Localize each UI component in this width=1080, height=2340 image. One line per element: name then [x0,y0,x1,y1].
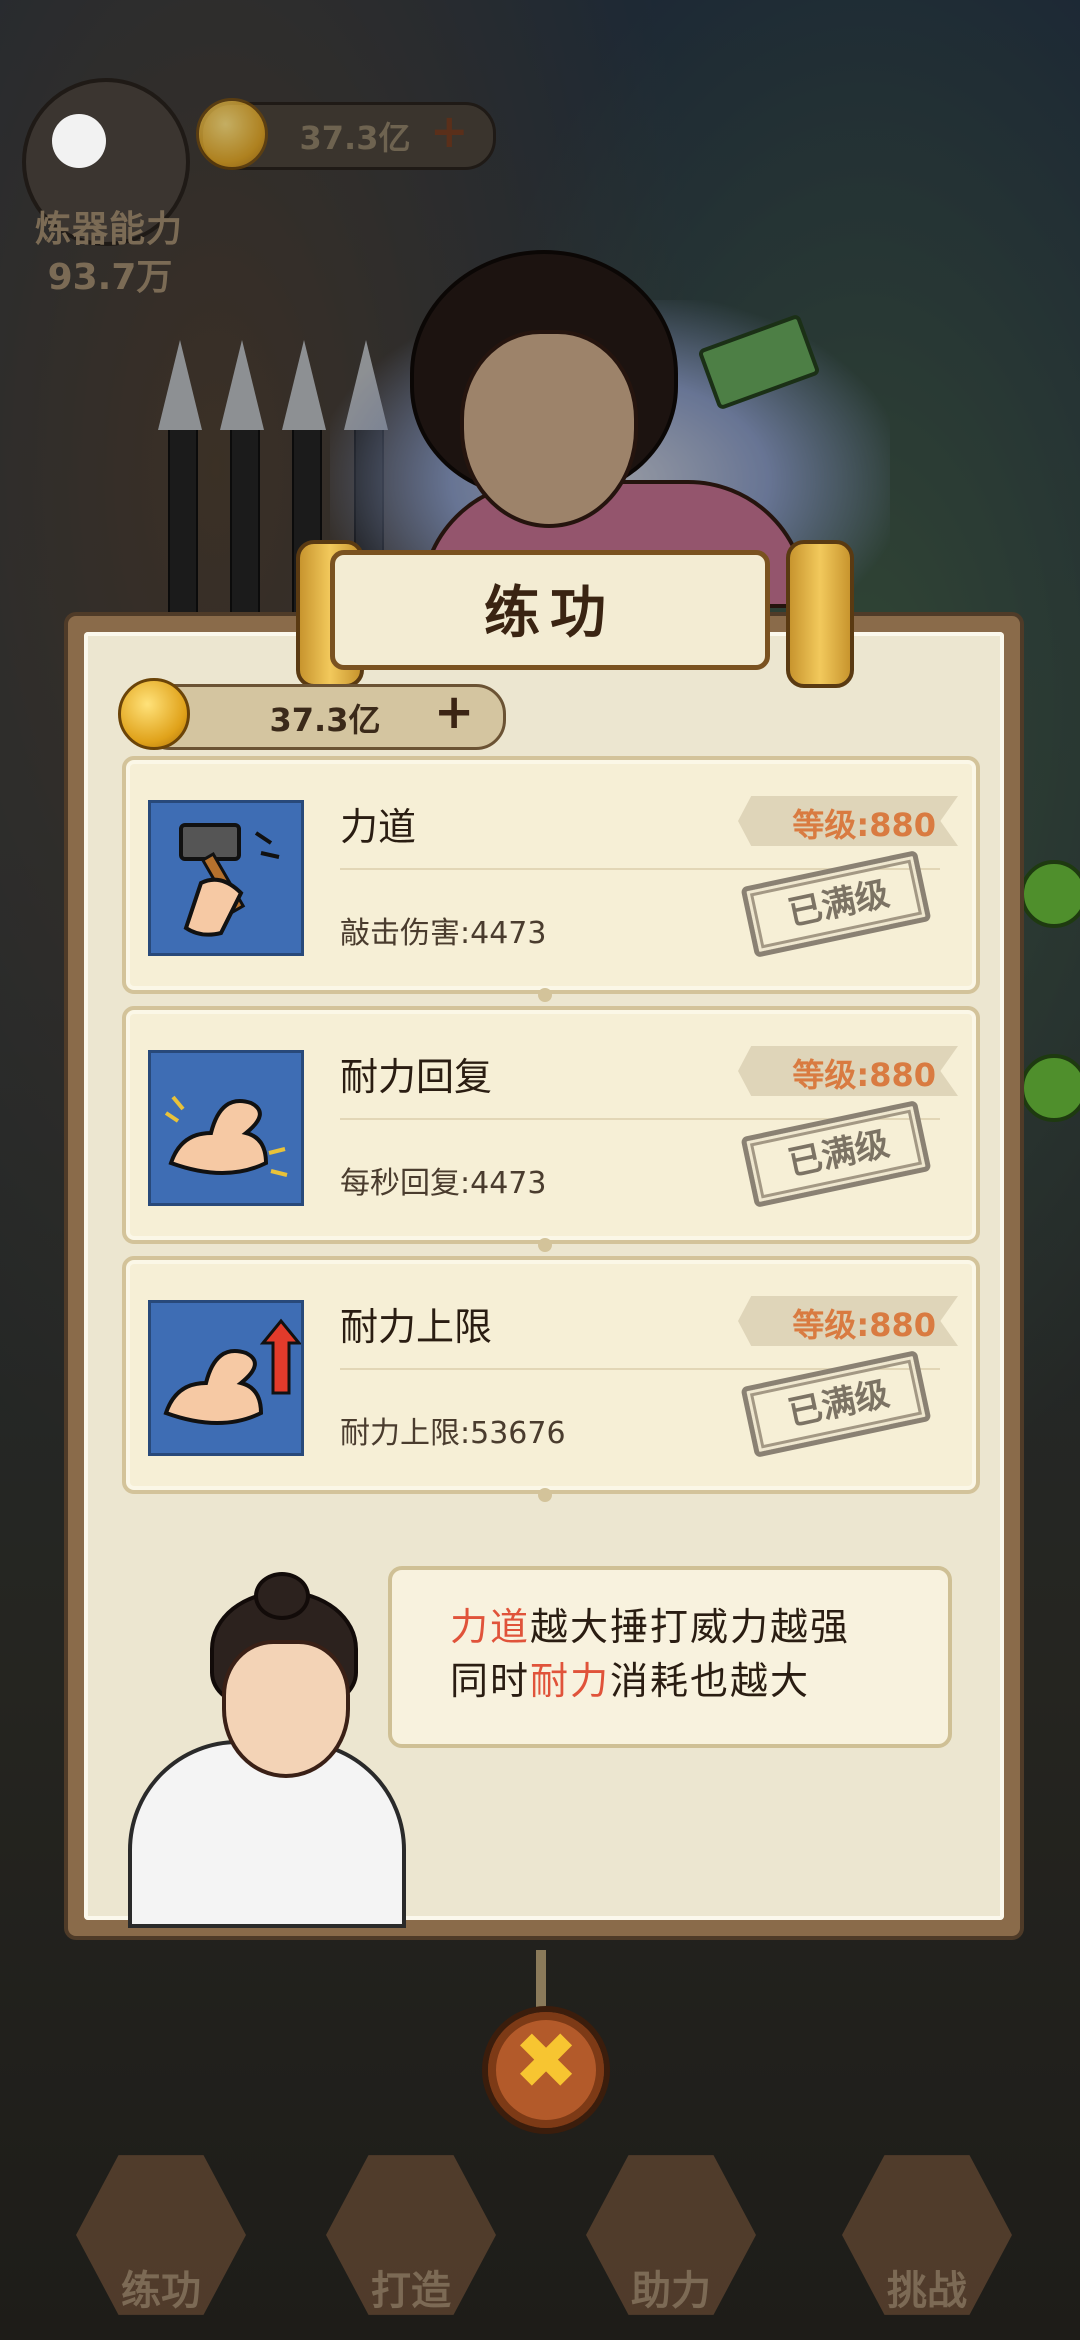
skill-effect: 耐力上限:53676 [340,1416,566,1451]
skill-name: 耐力回复 [340,1055,493,1099]
side-play-icon[interactable] [1020,860,1080,928]
guide-character-face [222,1640,350,1778]
nav-label: 打造 [371,2268,451,2314]
avatar-badge-dot [52,114,106,168]
card-notch [538,988,552,1002]
tip-line-1: 力道越大捶打威力越强 [450,1596,850,1651]
skill-name: 力道 [340,805,417,849]
nav-forge[interactable]: 打造 [326,2150,496,2320]
coin-icon [196,98,268,170]
nav-challenge[interactable]: 挑战 [842,2150,1012,2320]
nav-label: 练功 [121,2268,201,2314]
hud-coin-value: 37.3亿 [299,119,411,157]
skill-name: 耐力上限 [340,1305,493,1349]
power-label: 炼器能力 [34,208,183,249]
nav-label: 挑战 [887,2268,967,2314]
side-play-icon[interactable] [1020,1054,1080,1122]
card-notch [538,1238,552,1252]
skill-level: 等级:880 [792,1306,936,1344]
nav-label: 助力 [631,2268,711,2314]
skill-effect: 每秒回复:4473 [340,1166,547,1201]
card-notch [538,1488,552,1502]
banner-rod-right [786,540,854,688]
skill-level: 等级:880 [792,1056,936,1094]
tip-text: 消耗也越大 [610,1659,811,1703]
skill-card-stamina-regen[interactable]: 耐力回复 每秒回复:4473 等级:880 已满级 [122,1006,980,1252]
guide-character-bun [254,1572,310,1620]
tip-highlight: 耐力 [530,1659,611,1703]
tip-highlight: 力道 [450,1605,531,1649]
hud-add-coins-button[interactable]: + [430,108,469,154]
skill-effect: 敲击伤害:4473 [340,916,547,951]
flex-arm-icon [148,1050,304,1206]
tip-line-2: 同时耐力消耗也越大 [450,1650,810,1705]
skill-card-stamina-max[interactable]: 耐力上限 耐力上限:53676 等级:880 已满级 [122,1256,980,1502]
hammer-arm-icon [148,800,304,956]
skill-card-strength[interactable]: 力道 敲击伤害:4473 等级:880 已满级 [122,756,980,1002]
nav-helper[interactable]: 助力 [586,2150,756,2320]
panel-coin-value: 37.3亿 [269,701,381,739]
add-coins-button[interactable]: + [434,688,474,736]
nav-training[interactable]: 练功 [76,2150,246,2320]
flex-arm-up-icon [148,1300,304,1456]
coin-icon [118,678,190,750]
tip-text: 同时 [450,1659,531,1703]
power-value: 93.7万 [47,257,173,298]
close-icon[interactable]: ✖ [482,2014,610,2110]
panel-title: 练功 [484,581,616,646]
tip-text: 越大捶打威力越强 [530,1605,851,1649]
skill-level: 等级:880 [792,806,936,844]
